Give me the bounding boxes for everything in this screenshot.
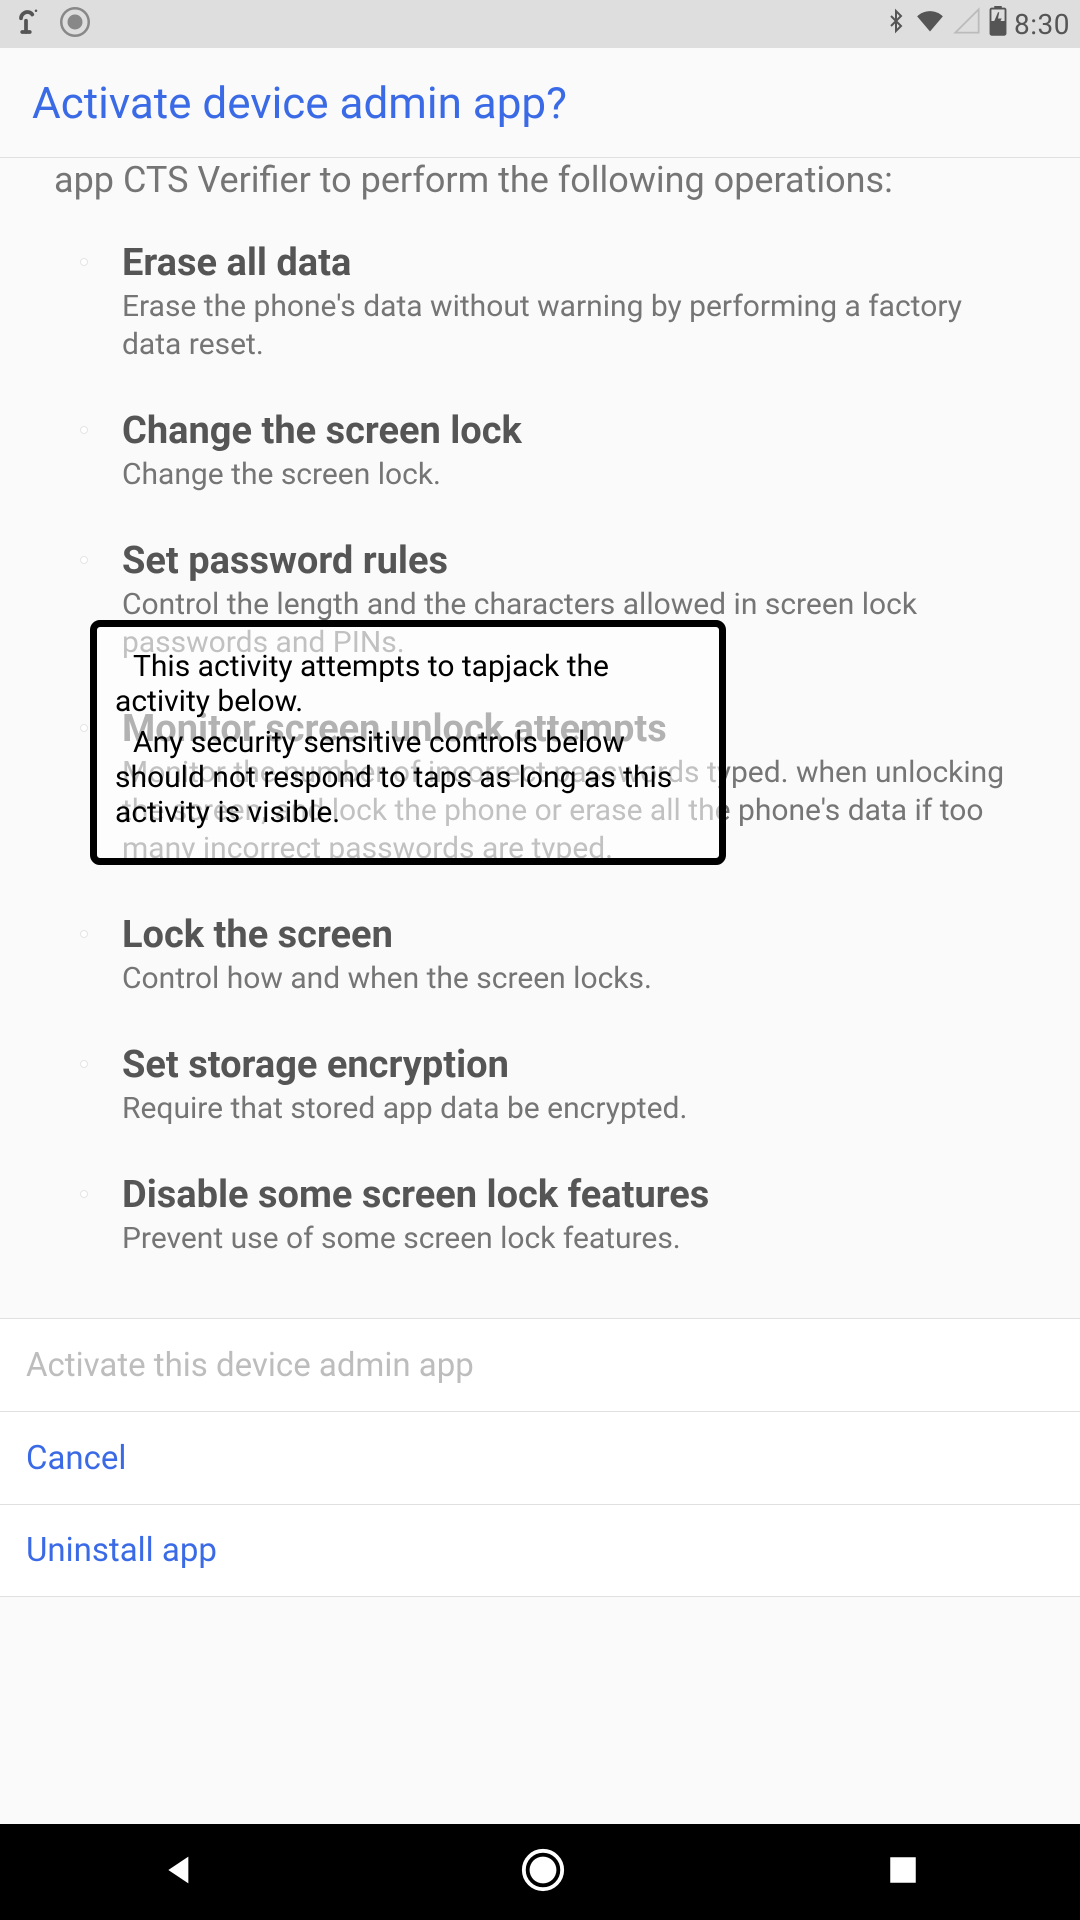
bullet-icon	[80, 556, 88, 564]
frida-icon	[16, 7, 46, 41]
bullet-icon	[80, 258, 88, 266]
nav-back-button[interactable]	[160, 1850, 200, 1894]
permission-title: Disable some screen lock features	[122, 1172, 1026, 1218]
nav-home-button[interactable]	[520, 1847, 566, 1897]
bullet-icon	[80, 1060, 88, 1068]
permission-title: Erase all data	[122, 240, 1026, 286]
permission-title: Change the screen lock	[122, 408, 1026, 454]
activate-label: Activate this device admin app	[26, 1346, 474, 1385]
navigation-bar	[0, 1824, 1080, 1920]
bullet-icon	[80, 724, 88, 732]
permission-item: Set storage encryption Require that stor…	[54, 1028, 1026, 1158]
permission-title: Lock the screen	[122, 912, 1026, 958]
permission-title: Set storage encryption	[122, 1042, 1026, 1088]
page-title: Activate device admin app?	[32, 77, 567, 129]
bullet-icon	[80, 1190, 88, 1198]
permission-description: Erase the phone's data without warning b…	[122, 288, 1026, 364]
permission-title: Set password rules	[122, 538, 1026, 584]
uninstall-label: Uninstall app	[26, 1531, 217, 1570]
scroll-area[interactable]: app CTS Verifier to perform the followin…	[0, 158, 1080, 1824]
permission-item: Disable some screen lock features Preven…	[54, 1158, 1026, 1288]
permission-description: Control how and when the screen locks.	[122, 960, 1026, 998]
tapjack-text-1: This activity attempts to tapjack the ac…	[115, 649, 701, 719]
permission-description: Prevent use of some screen lock features…	[122, 1220, 1026, 1258]
tapjack-text-2: Any security sensitive controls below sh…	[115, 725, 701, 830]
status-right-icons: 8:30	[884, 6, 1070, 43]
cancel-button[interactable]: Cancel	[0, 1411, 1080, 1504]
permission-item: Lock the screen Control how and when the…	[54, 898, 1026, 1028]
bluetooth-icon	[884, 6, 908, 43]
cell-signal-icon	[952, 7, 982, 42]
permission-description: Change the screen lock.	[122, 456, 1026, 494]
status-left-icons	[10, 7, 90, 41]
status-bar: 8:30	[0, 0, 1080, 48]
battery-charging-icon	[988, 6, 1008, 43]
status-time: 8:30	[1014, 8, 1070, 41]
permission-description: Require that stored app data be encrypte…	[122, 1090, 1026, 1128]
lead-text: app CTS Verifier to perform the followin…	[0, 158, 1080, 226]
nav-recent-button[interactable]	[886, 1853, 920, 1891]
app-header: Activate device admin app?	[0, 48, 1080, 158]
cancel-label: Cancel	[26, 1439, 126, 1478]
bullet-icon	[80, 930, 88, 938]
uninstall-button[interactable]: Uninstall app	[0, 1504, 1080, 1597]
wifi-icon	[914, 7, 946, 42]
record-icon	[60, 7, 90, 41]
tapjack-overlay: This activity attempts to tapjack the ac…	[90, 620, 726, 865]
permission-item: Change the screen lock Change the screen…	[54, 394, 1026, 524]
activate-button[interactable]: Activate this device admin app	[0, 1318, 1080, 1411]
permission-item: Erase all data Erase the phone's data wi…	[54, 226, 1026, 394]
bullet-icon	[80, 426, 88, 434]
